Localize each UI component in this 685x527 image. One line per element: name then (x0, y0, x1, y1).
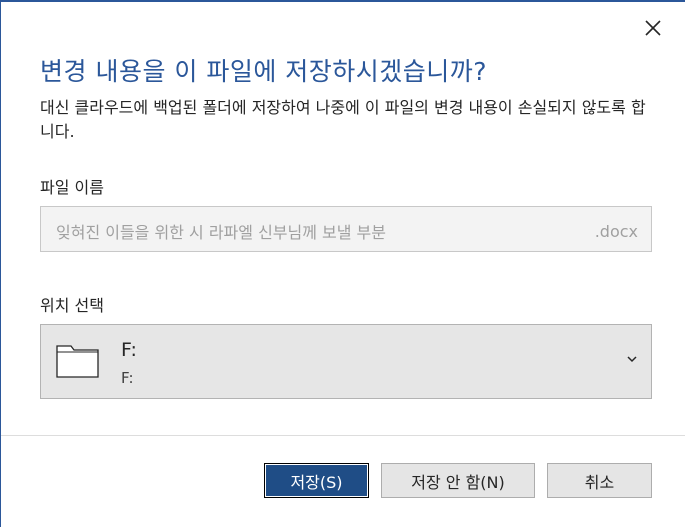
footer-divider (1, 435, 685, 436)
filename-label: 파일 이름 (40, 178, 104, 197)
close-button[interactable] (637, 14, 669, 42)
dialog-title: 변경 내용을 이 파일에 저장하시겠습니까? (40, 57, 488, 86)
file-extension: .docx (594, 222, 638, 241)
location-label: 위치 선택 (40, 296, 104, 315)
dont-save-button[interactable]: 저장 안 함(N) (381, 463, 535, 498)
chevron-down-icon (627, 356, 637, 363)
location-path: F: (121, 369, 134, 387)
cancel-button[interactable]: 취소 (547, 463, 652, 498)
folder-icon (56, 345, 99, 378)
filename-field[interactable]: 잊혀진 이들을 위한 시 라파엘 신부님께 보낼 부분 .docx (40, 206, 652, 252)
close-icon (645, 20, 661, 36)
filename-input[interactable]: 잊혀진 이들을 위한 시 라파엘 신부님께 보낼 부분 (56, 219, 386, 243)
location-name: F: (121, 339, 137, 361)
location-dropdown[interactable]: F: F: (40, 324, 652, 399)
save-button[interactable]: 저장(S) (264, 463, 369, 498)
dialog-description: 대신 클라우드에 백업된 폴더에 저장하여 나중에 이 파일의 변경 내용이 손… (40, 98, 646, 141)
save-changes-dialog: 변경 내용을 이 파일에 저장하시겠습니까? 대신 클라우드에 백업된 폴더에 … (0, 0, 685, 527)
